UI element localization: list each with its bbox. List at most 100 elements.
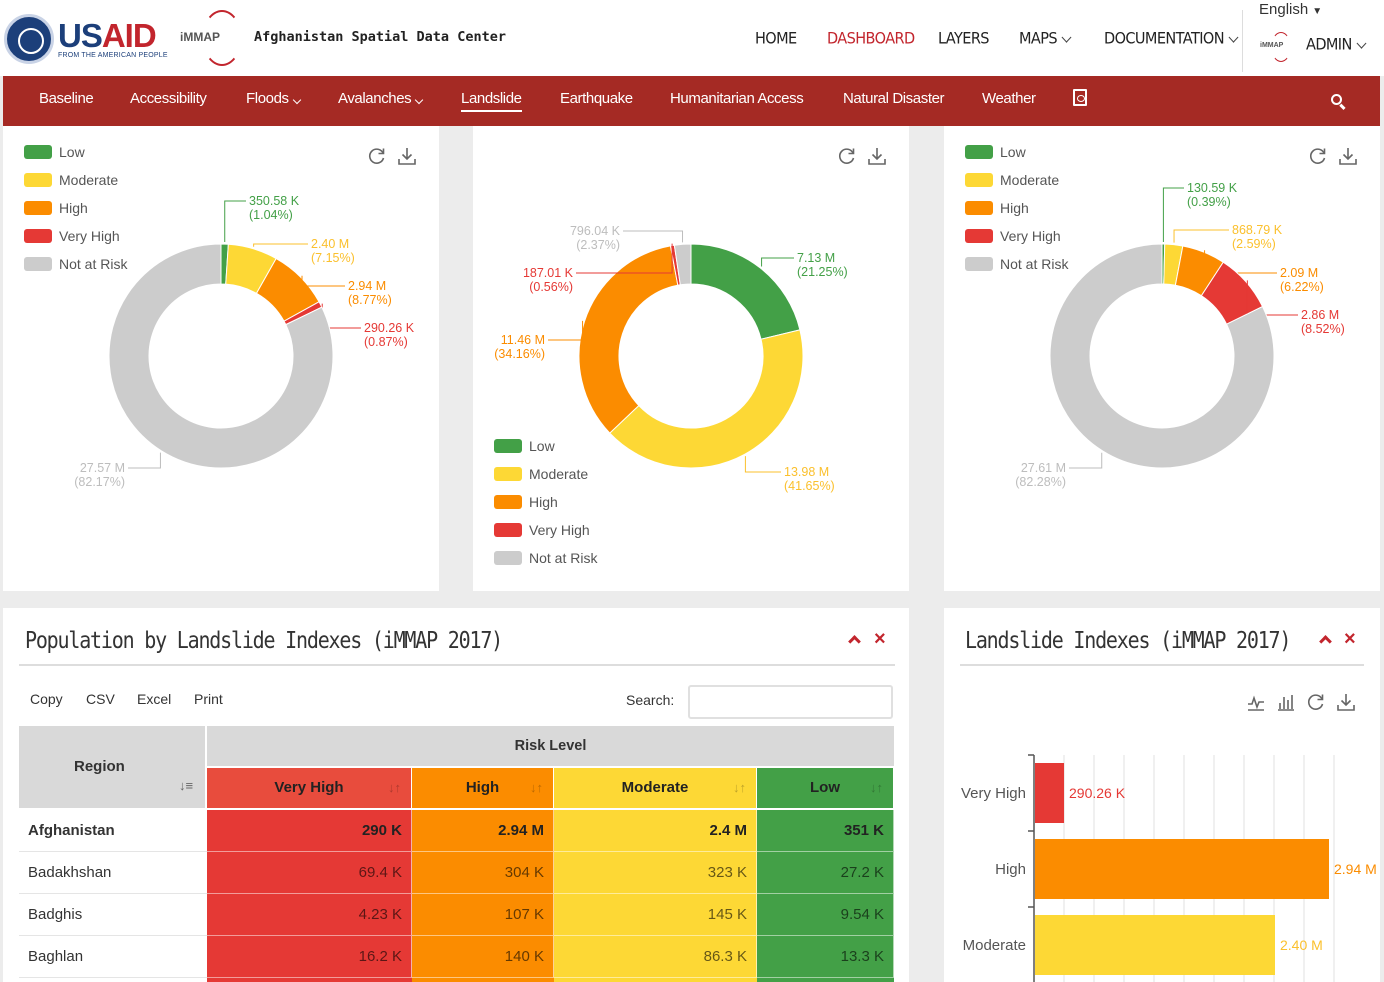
legend-label: High bbox=[59, 200, 88, 216]
percent-label: (8.77%) bbox=[348, 293, 392, 307]
leader-line bbox=[1173, 229, 1229, 243]
chevron-down-icon bbox=[292, 95, 301, 105]
legend-swatch bbox=[24, 257, 52, 271]
legend-item[interactable]: Low bbox=[24, 144, 85, 160]
pdf-icon[interactable] bbox=[1073, 89, 1087, 106]
legend-item[interactable]: High bbox=[965, 200, 1029, 216]
legend-item[interactable]: Very High bbox=[965, 228, 1061, 244]
tab-accessibility[interactable]: Accessibility bbox=[130, 90, 207, 107]
usaid-tagline: FROM THE AMERICAN PEOPLE bbox=[58, 51, 168, 59]
legend-item[interactable]: Moderate bbox=[24, 172, 118, 188]
refresh-icon[interactable] bbox=[367, 146, 387, 166]
legend-item[interactable]: Low bbox=[965, 144, 1026, 160]
column-header-region[interactable]: Region ↓≡ bbox=[19, 726, 205, 808]
legend-swatch bbox=[24, 201, 52, 215]
tab-humanitarian-access[interactable]: Humanitarian Access bbox=[670, 90, 804, 107]
tab-natural-disaster[interactable]: Natural Disaster bbox=[843, 90, 945, 107]
print-button[interactable]: Print bbox=[194, 691, 223, 707]
user-menu[interactable]: ADMIN bbox=[1306, 36, 1367, 54]
data-label: 187.01 K bbox=[523, 266, 574, 280]
nav-maps[interactable]: MAPS bbox=[1019, 30, 1072, 48]
tab-landslide[interactable]: Landslide bbox=[461, 90, 522, 112]
legend-item[interactable]: Moderate bbox=[494, 466, 588, 482]
legend-item[interactable]: Not at Risk bbox=[494, 550, 597, 566]
column-group-risk-level: Risk Level bbox=[207, 726, 894, 766]
leader-line bbox=[744, 456, 781, 473]
language-selector[interactable]: English ▼ bbox=[1259, 1, 1322, 18]
legend-label: Very High bbox=[1000, 228, 1061, 244]
data-label: 11.46 M bbox=[501, 333, 545, 347]
table-cell-region: Afghanistan bbox=[19, 810, 207, 852]
data-label: 290.26 K bbox=[364, 321, 415, 335]
bar[interactable] bbox=[1035, 915, 1275, 975]
data-label: 350.58 K bbox=[249, 194, 300, 208]
copy-button[interactable]: Copy bbox=[30, 691, 63, 707]
legend-item[interactable]: Very High bbox=[24, 228, 120, 244]
sort-icon[interactable]: ↓↑ bbox=[733, 768, 746, 808]
sort-icon[interactable]: ↓≡ bbox=[179, 778, 193, 793]
bar-value-label: 2.94 M bbox=[1334, 861, 1377, 877]
column-header[interactable]: Moderate ↓↑ bbox=[554, 768, 757, 808]
sort-icon[interactable]: ↓↑ bbox=[388, 768, 401, 808]
legend-item[interactable]: Low bbox=[494, 438, 555, 454]
bar[interactable] bbox=[1035, 839, 1329, 899]
column-header[interactable]: Low ↓↑ bbox=[757, 768, 894, 808]
refresh-icon[interactable] bbox=[837, 146, 857, 166]
bar[interactable] bbox=[1035, 763, 1065, 823]
chevron-down-icon bbox=[415, 95, 424, 105]
download-icon[interactable] bbox=[867, 146, 887, 166]
legend-item[interactable]: Not at Risk bbox=[965, 256, 1068, 272]
donut-slice[interactable] bbox=[578, 245, 679, 434]
usaid-logo[interactable]: USAID FROM THE AMERICAN PEOPLE bbox=[4, 14, 168, 64]
legend-swatch bbox=[965, 145, 993, 159]
nav-dashboard[interactable]: DASHBOARD bbox=[827, 30, 915, 48]
column-header[interactable]: High ↓↑ bbox=[412, 768, 554, 808]
percent-label: (0.56%) bbox=[529, 280, 573, 294]
donut-chart: 130.59 K(0.39%)868.79 K(2.59%) 2.09 M(6.2… bbox=[1015, 181, 1345, 489]
legend-item[interactable]: Not at Risk bbox=[24, 256, 127, 272]
legend-label: Moderate bbox=[59, 172, 119, 188]
legend-label: Low bbox=[529, 438, 555, 454]
region-header-label: Region bbox=[74, 758, 125, 775]
column-header-label: Low bbox=[810, 779, 840, 796]
table-cell: 69.4 K bbox=[207, 852, 412, 894]
tab-avalanches[interactable]: Avalanches bbox=[338, 90, 424, 107]
table-row-partial bbox=[207, 978, 412, 982]
donut-slice[interactable] bbox=[609, 329, 804, 469]
nav-layers[interactable]: LAYERS bbox=[938, 30, 990, 48]
divider bbox=[19, 664, 895, 666]
tab-floods[interactable]: Floods bbox=[246, 90, 301, 107]
search-input[interactable] bbox=[688, 685, 893, 719]
column-header[interactable]: Very High ↓↑ bbox=[207, 768, 412, 808]
donut-chart: 350.58 K(1.04%) 2.40 M(7.15%) 2.94 M(8.77%… bbox=[74, 194, 415, 489]
tab-baseline[interactable]: Baseline bbox=[39, 90, 94, 107]
nav-home[interactable]: HOME bbox=[755, 30, 797, 48]
refresh-icon[interactable] bbox=[1308, 146, 1328, 166]
tab-weather[interactable]: Weather bbox=[982, 90, 1036, 107]
search-icon[interactable] bbox=[1331, 94, 1342, 105]
legend-item[interactable]: High bbox=[24, 200, 88, 216]
usaid-wordmark: USAID bbox=[58, 16, 157, 54]
legend-item[interactable]: Moderate bbox=[965, 172, 1059, 188]
table-cell-region: Badakhshan bbox=[19, 852, 207, 894]
sort-icon[interactable]: ↓↑ bbox=[870, 768, 883, 808]
close-icon[interactable]: × bbox=[874, 629, 886, 649]
legend-item[interactable]: Very High bbox=[494, 522, 590, 538]
nav-documentation[interactable]: DOCUMENTATION bbox=[1104, 30, 1239, 48]
legend-label: Not at Risk bbox=[1000, 256, 1069, 272]
header-divider bbox=[1242, 10, 1243, 72]
table-cell: 323 K bbox=[554, 852, 757, 894]
sort-icon[interactable]: ↓↑ bbox=[530, 768, 543, 808]
percent-label: (82.28%) bbox=[1015, 475, 1066, 489]
csv-button[interactable]: CSV bbox=[86, 691, 115, 707]
download-icon[interactable] bbox=[1338, 146, 1358, 166]
immap-logo[interactable]: iMMAP bbox=[180, 10, 250, 66]
collapse-icon[interactable] bbox=[848, 635, 861, 648]
excel-button[interactable]: Excel bbox=[137, 691, 171, 707]
download-icon[interactable] bbox=[397, 146, 417, 166]
legend-item[interactable]: High bbox=[494, 494, 558, 510]
tab-earthquake[interactable]: Earthquake bbox=[560, 90, 633, 107]
legend-label: High bbox=[529, 494, 558, 510]
legend-label: Not at Risk bbox=[529, 550, 598, 566]
table-cell: 4.23 K bbox=[207, 894, 412, 936]
